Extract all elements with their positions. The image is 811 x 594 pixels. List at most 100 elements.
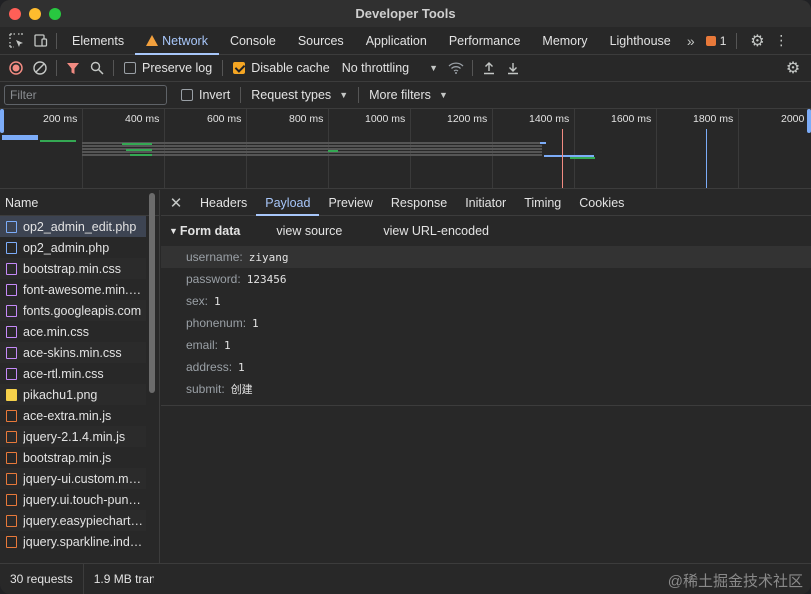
tab-network[interactable]: Network (135, 27, 219, 55)
request-row[interactable]: fonts.googleapis.com (0, 300, 146, 321)
view-source-link[interactable]: view source (276, 224, 342, 238)
request-row[interactable]: pikachu1.png (0, 384, 146, 405)
filter-input[interactable] (4, 85, 167, 105)
form-field-row[interactable]: sex: 1 (161, 290, 811, 312)
request-row[interactable]: bootstrap.min.css (0, 258, 146, 279)
view-url-encoded-link[interactable]: view URL-encoded (383, 224, 489, 238)
detail-tab-preview[interactable]: Preview (319, 190, 381, 216)
tab-elements[interactable]: Elements (61, 27, 135, 55)
caret-down-icon: ▼ (438, 90, 448, 100)
request-name: jquery-2.1.4.min.js (23, 429, 126, 444)
window-title: Developer Tools (355, 6, 456, 21)
close-detail-icon[interactable]: ✕ (161, 190, 191, 216)
tab-application[interactable]: Application (355, 27, 438, 55)
zoom-window-button[interactable] (49, 8, 61, 20)
request-row[interactable]: op2_admin_edit.php (0, 216, 146, 237)
warning-icon (146, 35, 159, 46)
minimize-window-button[interactable] (29, 8, 41, 20)
request-row[interactable]: jquery.ui.touch-punch.min.js (0, 489, 146, 510)
request-list-scrollbar[interactable] (149, 193, 155, 393)
tab-console[interactable]: Console (219, 27, 287, 55)
detail-tab-headers[interactable]: Headers (191, 190, 256, 216)
detail-tab-payload[interactable]: Payload (256, 190, 320, 216)
close-window-button[interactable] (9, 8, 21, 20)
watermark-text: @稀土掘金技术社区 (667, 573, 803, 590)
timeline-request-bar (40, 140, 76, 142)
request-name: bootstrap.min.css (23, 261, 121, 276)
js-file-icon (6, 430, 17, 443)
tab-sources[interactable]: Sources (287, 27, 355, 55)
request-row[interactable]: ace-skins.min.css (0, 342, 146, 363)
detail-tab-label: Headers (200, 195, 248, 210)
request-detail-pane: ✕ Headers Payload Preview Response Initi… (161, 190, 811, 563)
device-toolbar-icon[interactable] (28, 29, 52, 53)
export-har-download-icon[interactable] (501, 56, 525, 80)
form-field-row[interactable]: phonenum: 1 (161, 312, 811, 334)
detail-tab-initiator[interactable]: Initiator (456, 190, 515, 216)
import-har-upload-icon[interactable] (477, 56, 501, 80)
request-name: jquery.ui.touch-punch.min.js (23, 492, 143, 507)
request-name: jquery.sparkline.index.min.js (23, 534, 143, 549)
checkbox-box[interactable] (181, 89, 193, 101)
detail-tab-label: Initiator (465, 195, 507, 210)
filter-funnel-icon[interactable] (61, 56, 85, 80)
timeline-left-handle[interactable] (0, 109, 4, 133)
caret-down-icon: ▼ (339, 90, 349, 100)
request-row[interactable]: jquery-2.1.4.min.js (0, 426, 146, 447)
detail-tab-response[interactable]: Response (382, 190, 456, 216)
request-row[interactable]: jquery.easypiechart.min.js (0, 510, 146, 531)
toolbar-separator (113, 60, 114, 76)
inspect-element-icon[interactable] (4, 29, 28, 53)
request-row[interactable]: jquery-ui.custom.min.js (0, 468, 146, 489)
form-field-row[interactable]: username: ziyang (161, 246, 811, 268)
detail-tab-label: Preview (328, 195, 373, 210)
request-row[interactable]: bootstrap.min.js (0, 447, 146, 468)
timeline-overview[interactable]: 200 ms 400 ms 600 ms 800 ms 1000 ms 1200 ms 14… (0, 109, 811, 189)
more-filters-dropdown[interactable]: More filters ▼ (363, 88, 454, 102)
tab-performance[interactable]: Performance (438, 27, 532, 55)
search-icon[interactable] (85, 56, 109, 80)
throttling-select[interactable]: No throttling ▼ (336, 61, 444, 75)
request-row[interactable]: ace-extra.min.js (0, 405, 146, 426)
request-row[interactable]: jquery.sparkline.index.min.js (0, 531, 146, 552)
clear-icon[interactable] (28, 56, 52, 80)
detail-tab-timing[interactable]: Timing (515, 190, 570, 216)
doc-file-icon (6, 241, 17, 254)
form-field-key: username: (186, 250, 243, 264)
request-row[interactable]: op2_admin.php (0, 237, 146, 258)
checkbox-box-checked[interactable] (233, 62, 246, 74)
form-field-row[interactable]: email: 1 (161, 334, 811, 356)
request-types-dropdown[interactable]: Request types ▼ (245, 88, 354, 102)
request-row[interactable]: font-awesome.min.css (0, 279, 146, 300)
request-name: font-awesome.min.css (23, 282, 143, 297)
timeline-right-handle[interactable] (807, 109, 811, 133)
js-file-icon (6, 535, 17, 548)
detail-tab-label: Timing (524, 195, 562, 210)
checkbox-box[interactable] (124, 62, 136, 74)
form-field-row[interactable]: address: 1 (161, 356, 811, 378)
request-row[interactable]: ace-rtl.min.css (0, 363, 146, 384)
form-field-key: phonenum: (186, 316, 247, 330)
preserve-log-checkbox[interactable]: Preserve log (118, 61, 218, 75)
form-field-row[interactable]: password: 123456 (161, 268, 811, 290)
network-settings-gear-icon[interactable]: ⚙ (781, 56, 805, 80)
timeline-event-marker (562, 129, 563, 188)
form-field-row[interactable]: submit: 创建 (161, 378, 811, 400)
detail-tab-cookies[interactable]: Cookies (570, 190, 633, 216)
name-column-header[interactable]: Name (0, 190, 159, 216)
issues-badge[interactable]: 1 (700, 34, 733, 48)
more-options-kebab-icon[interactable]: ⋮ (769, 29, 793, 53)
tab-lighthouse[interactable]: Lighthouse (599, 27, 682, 55)
record-stop-icon[interactable] (4, 56, 28, 80)
more-tabs-chevron-icon[interactable]: » (682, 29, 700, 53)
form-data-section-header[interactable]: ▼ Form data view source view URL-encoded (161, 216, 811, 246)
invert-checkbox[interactable]: Invert (175, 88, 236, 102)
filter-separator (240, 87, 242, 103)
detail-tab-label: Response (390, 195, 448, 210)
disable-cache-checkbox[interactable]: Disable cache (227, 61, 336, 75)
request-row[interactable]: ace.min.css (0, 321, 146, 342)
settings-gear-icon[interactable]: ⚙ (745, 29, 769, 53)
triangle-down-icon[interactable]: ▼ (169, 226, 178, 236)
tab-memory[interactable]: Memory (531, 27, 598, 55)
network-conditions-wifi-icon[interactable] (444, 56, 468, 80)
